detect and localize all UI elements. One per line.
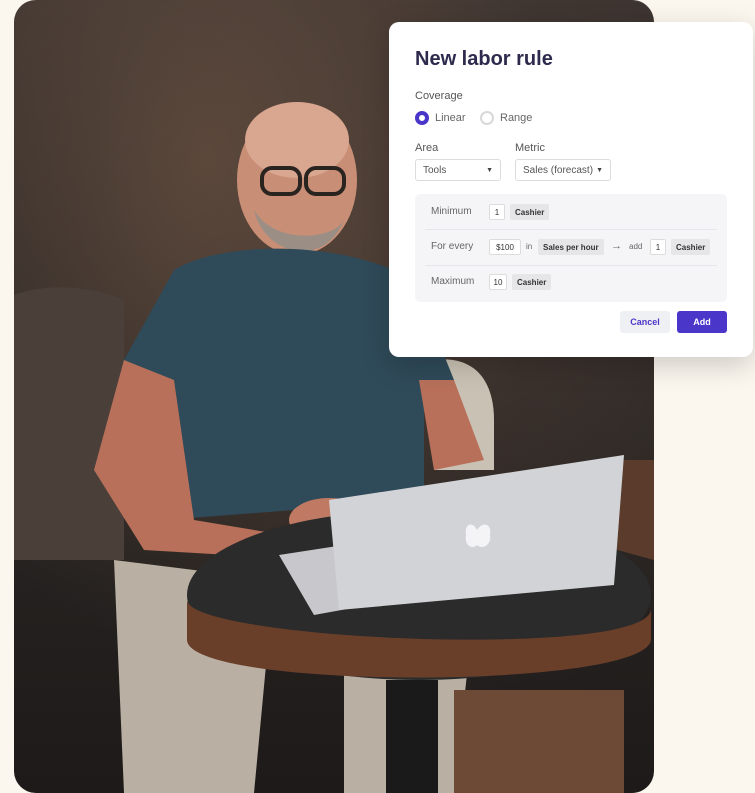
row-divider	[425, 265, 717, 266]
add-count-input[interactable]: 1	[650, 239, 666, 255]
maximum-role-select[interactable]: Cashier	[512, 274, 552, 290]
add-role-select[interactable]: Cashier	[671, 239, 711, 255]
arrow-right-icon: →	[611, 240, 622, 252]
dialog-title: New labor rule	[415, 48, 553, 70]
coverage-radio-linear[interactable]: Linear	[415, 111, 466, 125]
row-divider	[425, 229, 717, 230]
metric-select[interactable]: Sales (forecast) ▼	[515, 159, 611, 181]
area-select-value: Tools	[423, 164, 447, 176]
coverage-label: Coverage	[415, 90, 463, 102]
minimum-role-select[interactable]: Cashier	[510, 204, 550, 220]
coverage-option-linear-label: Linear	[435, 112, 466, 124]
minimum-label: Minimum	[431, 206, 472, 217]
area-select[interactable]: Tools ▼	[415, 159, 501, 181]
metric-select-value: Sales (forecast)	[523, 164, 594, 176]
add-button[interactable]: Add	[677, 311, 727, 333]
new-labor-rule-dialog: New labor rule Coverage Linear Range Are…	[389, 22, 753, 357]
for-every-amount-input[interactable]: $100	[489, 239, 521, 255]
chevron-down-icon: ▼	[486, 166, 493, 174]
chevron-down-icon: ▼	[596, 166, 603, 174]
rule-settings-panel: Minimum 1 Cashier For every $100 in Sale…	[415, 194, 727, 302]
minimum-input[interactable]: 1	[489, 204, 505, 220]
maximum-input[interactable]: 10	[489, 274, 507, 290]
metric-label: Metric	[515, 142, 545, 154]
in-text: in	[526, 242, 533, 251]
cancel-button[interactable]: Cancel	[620, 311, 670, 333]
radio-unselected-icon	[480, 111, 494, 125]
coverage-radio-range[interactable]: Range	[480, 111, 532, 125]
coverage-option-range-label: Range	[500, 112, 533, 124]
radio-selected-icon	[415, 111, 429, 125]
area-label: Area	[415, 142, 439, 154]
add-text: add	[629, 242, 643, 251]
maximum-label: Maximum	[431, 276, 475, 287]
for-every-label: For every	[431, 241, 474, 252]
sales-unit-select[interactable]: Sales per hour	[538, 239, 604, 255]
